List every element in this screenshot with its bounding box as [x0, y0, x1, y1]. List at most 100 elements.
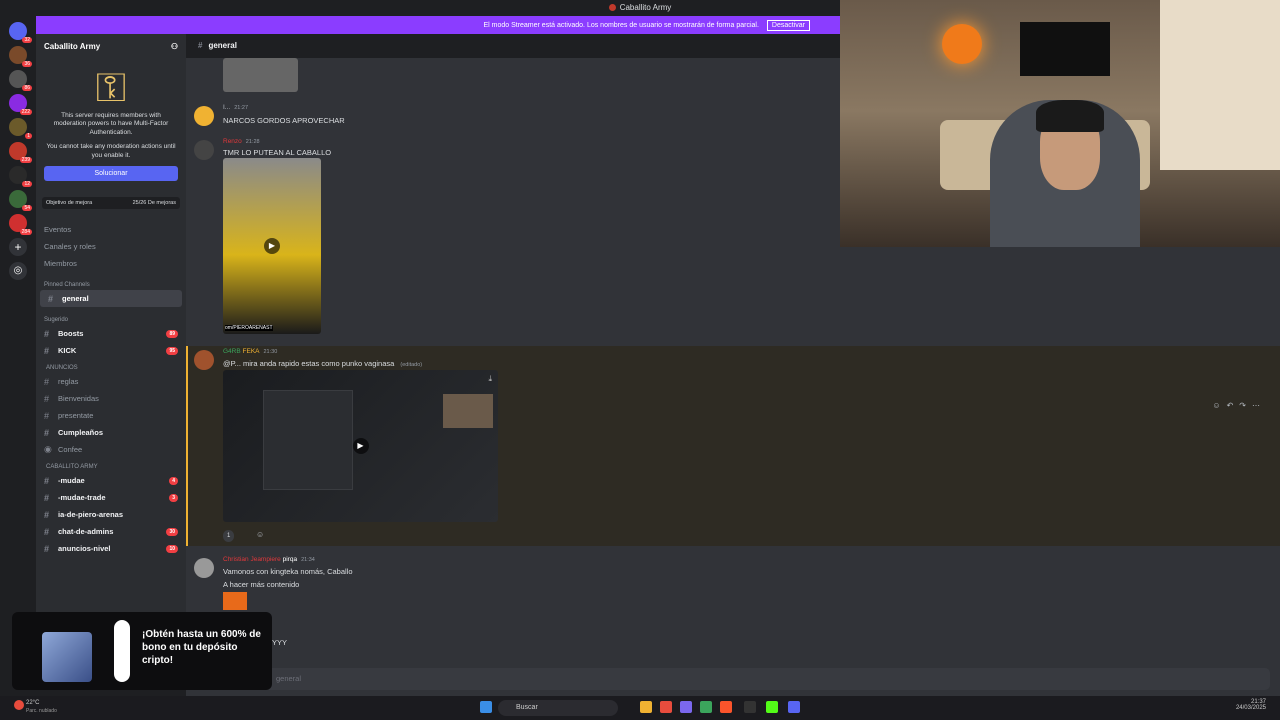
message-input[interactable]: general [196, 668, 1270, 690]
channel-reglas[interactable]: # reglas [36, 373, 186, 390]
server-icon[interactable]: 1 [9, 118, 32, 139]
kick-icon[interactable] [766, 701, 778, 713]
username[interactable]: G4RB FEKA 21:30 [223, 348, 277, 355]
channel-chat-de-admins[interactable]: # chat-de-admins 30 [36, 523, 186, 540]
ad-controls [114, 620, 130, 682]
message-text: YYY [272, 638, 288, 647]
hash-icon: # [44, 492, 50, 503]
channel-anuncios-nivel[interactable]: # anuncios-nivel 10 [36, 540, 186, 557]
curtain [1160, 0, 1280, 170]
image-attachment[interactable] [223, 58, 298, 92]
channel-label: Cumpleaños [58, 428, 104, 438]
forward-icon[interactable]: ↷ [1239, 401, 1246, 410]
mention-badge: 36 [22, 61, 32, 67]
avatar[interactable] [194, 558, 214, 578]
webcam-overlay [840, 0, 1280, 247]
message-text: @P... mira anda rapido estas como punko … [223, 359, 423, 368]
category-announcements[interactable]: ANUNCIOS [36, 359, 186, 373]
category-caballito-army[interactable]: CABALLITO ARMY [36, 458, 186, 472]
hash-icon: ◉ [44, 444, 52, 455]
channel-cumpleanos[interactable]: # Cumpleaños [36, 424, 186, 441]
username[interactable]: Christian Jeampiere pirqa 21:34 [223, 556, 315, 563]
avatar[interactable] [194, 140, 214, 160]
menu-item-channels-roles[interactable]: Canales y roles [44, 238, 186, 255]
deactivate-streamer-button[interactable]: Desactivar [766, 19, 810, 31]
username[interactable]: Renzo 21:28 [223, 138, 260, 145]
explore-icon[interactable]: ◎ [9, 262, 27, 280]
message-text: TMR LO PUTEAN AL CABALLO [223, 148, 332, 157]
app-icon[interactable] [700, 701, 712, 713]
avatar[interactable] [194, 106, 214, 126]
channel-general[interactable]: # general [40, 290, 182, 308]
solve-button[interactable]: Solucionar [44, 166, 178, 182]
home-icon[interactable]: 32 [9, 22, 32, 43]
server-icon[interactable]: 12 [9, 166, 32, 187]
channel-ia-de-piero-arenas[interactable]: # ia-de-piero-arenas [36, 506, 186, 523]
mention-badge: 1 [25, 133, 32, 139]
channel-presentate[interactable]: # presentate [36, 407, 186, 424]
boost-goal[interactable]: Objetivo de mejora 25/26 De mejoras [42, 197, 180, 210]
mfa-warning-text: You cannot take any moderation actions u… [46, 143, 176, 159]
mention-badge: 284 [19, 229, 32, 235]
discord-icon[interactable] [788, 701, 800, 713]
channel-mudae[interactable]: # -mudae 4 [36, 472, 186, 489]
sticker-image[interactable] [223, 592, 247, 610]
server-name: Caballito Army [44, 41, 101, 51]
channel-mudae-trade[interactable]: # -mudae-trade 3 [36, 489, 186, 506]
username[interactable]: I... 21:27 [223, 104, 248, 111]
brave-icon[interactable] [720, 701, 732, 713]
server-icon[interactable]: 54 [9, 190, 32, 211]
menu-item-events[interactable]: Eventos [44, 221, 186, 238]
play-icon[interactable]: ▶ [264, 238, 280, 254]
mfa-notice: ⚿ This server requires members with mode… [36, 58, 186, 187]
server-icon[interactable]: 222 [9, 94, 32, 115]
file-explorer-icon[interactable] [640, 701, 652, 713]
message-text: NARCOS GORDOS APROVECHAR [223, 116, 345, 125]
crypto-ad-overlay[interactable]: ¡Obtén hasta un 600% de bono en tu depós… [12, 612, 272, 690]
more-icon[interactable]: ⋯ [1252, 401, 1260, 410]
channel-title: general [208, 41, 237, 50]
download-icon[interactable]: ⤓ [488, 374, 492, 384]
menu-item-members[interactable]: Miembros [44, 255, 186, 272]
server-icon[interactable]: 284 [9, 214, 32, 235]
streamer-mode-text: El modo Streamer está activado. Los nomb… [483, 21, 759, 29]
message-composer: general [186, 662, 1280, 696]
server-icon[interactable]: 239 [9, 142, 32, 163]
app-icon[interactable] [744, 701, 756, 713]
server-name-header[interactable]: Caballito Army ⚇ [36, 34, 186, 58]
pinned-section-title: Pinned Channels [44, 282, 90, 289]
channel-kick[interactable]: # KICK 95 [36, 342, 186, 359]
weather-icon[interactable] [14, 700, 24, 710]
channel-bienvenidas[interactable]: # Bienvenidas [36, 390, 186, 407]
reply-icon[interactable]: ↶ [1227, 401, 1234, 410]
channel-label: -mudae-trade [58, 493, 106, 503]
edited-label: (editado) [400, 362, 423, 368]
reaction-icon[interactable]: ☺ [1212, 401, 1220, 410]
channel-boosts[interactable]: # Boosts 89 [36, 325, 186, 342]
clock[interactable]: 21:37 24/03/2025 [1236, 699, 1266, 711]
unread-badge: 3 [169, 493, 178, 502]
taskbar-search[interactable]: Buscar [498, 700, 618, 716]
ad-text: ¡Obtén hasta un 600% de bono en tu depós… [142, 629, 261, 666]
add-server-icon[interactable]: + [9, 238, 27, 256]
play-icon[interactable]: ▶ [352, 438, 369, 454]
timestamp: 21:34 [301, 557, 315, 563]
streamer-hair [1036, 100, 1104, 132]
channel-label: Bienvenidas [58, 394, 99, 404]
channel-confee[interactable]: ◉ Confee [36, 441, 186, 458]
start-icon[interactable] [480, 701, 492, 713]
tv [1020, 22, 1110, 76]
add-reaction-icon[interactable]: ☺ [256, 530, 264, 539]
app-icon[interactable] [660, 701, 672, 713]
avatar[interactable] [194, 350, 214, 370]
unread-badge: 95 [166, 346, 178, 355]
video-attachment[interactable]: ▶ om/PIEROARENAST [223, 158, 321, 334]
add-member-icon[interactable]: ⚇ [171, 42, 178, 51]
goal-label: Objetivo de mejora [46, 200, 93, 207]
server-icon[interactable]: 36 [9, 46, 32, 67]
channel-label: KICK [58, 346, 77, 356]
video-attachment[interactable]: ▶ ⤓ [223, 370, 498, 522]
server-icon[interactable]: 86 [9, 70, 32, 91]
app-icon[interactable] [680, 701, 692, 713]
mention-badge: 54 [22, 205, 32, 211]
